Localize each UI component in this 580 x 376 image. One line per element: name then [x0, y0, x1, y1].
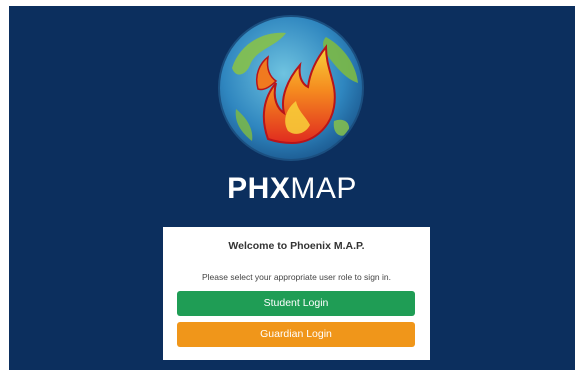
brand-part-light: MAP [290, 172, 357, 205]
login-page: PHXMAP Welcome to Phoenix M.A.P. Please … [9, 6, 575, 370]
login-card: Welcome to Phoenix M.A.P. Please select … [163, 227, 430, 360]
role-instruction: Please select your appropriate user role… [202, 272, 391, 282]
guardian-login-button[interactable]: Guardian Login [177, 322, 415, 347]
globe-flame-icon [218, 15, 364, 161]
logo [216, 13, 366, 163]
student-login-button[interactable]: Student Login [177, 291, 415, 316]
brand-wordmark: PHXMAP [9, 172, 575, 206]
welcome-title: Welcome to Phoenix M.A.P. [228, 240, 365, 252]
brand-part-bold: PHX [227, 172, 291, 205]
